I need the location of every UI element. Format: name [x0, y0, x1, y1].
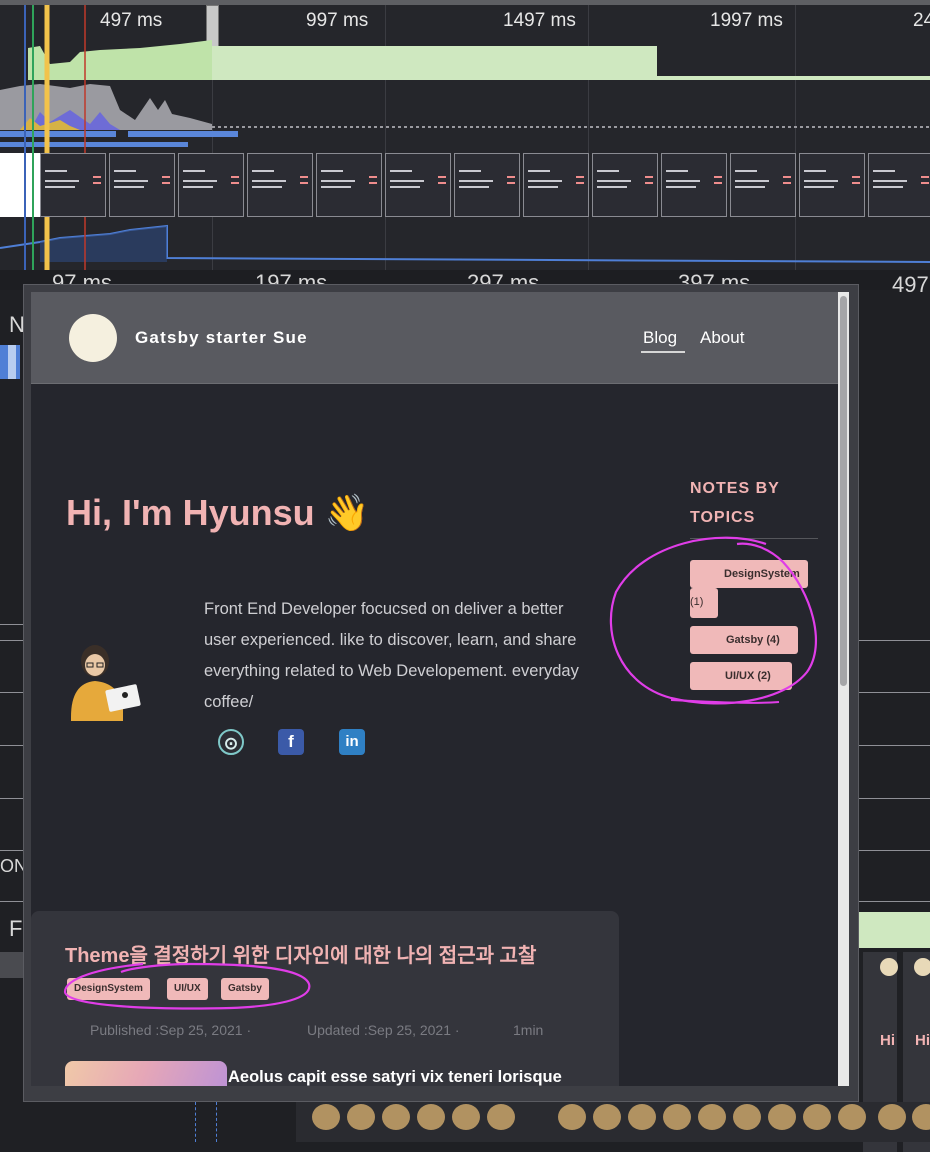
row-divider — [859, 798, 930, 799]
ruler-label: 497 — [892, 272, 929, 297]
timeline-tracks-svg — [0, 5, 930, 270]
fps-bar-tail — [657, 76, 930, 80]
row-divider — [859, 640, 930, 641]
post-updated-date: Updated :Sep 25, 2021 · — [307, 1022, 460, 1038]
intro-text: Front End Developer focucsed on deliver … — [204, 600, 579, 711]
post-tag-designsystem[interactable]: DesignSystem — [67, 978, 150, 1000]
filmstrip-avatar[interactable] — [487, 1104, 515, 1130]
network-request — [128, 131, 238, 137]
filmstrip-avatar[interactable] — [733, 1104, 761, 1130]
tile-label: Hi — [915, 1032, 930, 1049]
row-divider — [859, 745, 930, 746]
filmstrip-avatar[interactable] — [698, 1104, 726, 1130]
site-header: Gatsby starter Sue Blog About — [31, 292, 849, 384]
filmstrip-frame[interactable] — [178, 153, 244, 217]
filmstrip-avatar[interactable] — [628, 1104, 656, 1130]
filmstrip-frame[interactable] — [661, 153, 727, 217]
post-read-time: 1min — [513, 1022, 544, 1038]
filmstrip-frame[interactable] — [730, 153, 796, 217]
filmstrip-avatar[interactable] — [878, 1104, 906, 1130]
network-request — [0, 131, 116, 137]
filmstrip-avatar[interactable] — [382, 1104, 410, 1130]
topic-chip-label: Gatsby (4) — [726, 634, 780, 646]
linkedin-icon[interactable]: in — [339, 729, 365, 755]
filmstrip-frame[interactable] — [799, 153, 865, 217]
filmstrip-avatar[interactable] — [768, 1104, 796, 1130]
track-bar — [0, 952, 24, 978]
marker-line — [195, 1102, 197, 1142]
filmstrip-avatar[interactable] — [838, 1104, 866, 1130]
topics-divider — [690, 538, 818, 539]
tile-label: Hi — [880, 1032, 895, 1049]
github-icon[interactable]: ⊙ — [218, 729, 244, 755]
row-divider — [0, 640, 24, 641]
fps-segment — [859, 912, 930, 948]
filmstrip-frame[interactable] — [40, 153, 106, 217]
filmstrip-frame[interactable] — [109, 153, 175, 217]
topics-heading: NOTES BY TOPICS — [690, 480, 780, 526]
row-divider — [0, 745, 24, 746]
filmstrip-avatar[interactable] — [347, 1104, 375, 1130]
nav-about-link[interactable]: About — [700, 328, 744, 348]
site-logo[interactable] — [69, 314, 117, 362]
track-label: F — [9, 916, 23, 941]
network-request — [0, 142, 188, 147]
post-tag-uiux[interactable]: UI/UX — [167, 978, 208, 1000]
avatar-thumb — [914, 958, 930, 976]
filmstrip-avatar[interactable] — [312, 1104, 340, 1130]
scrollbar-thumb[interactable] — [840, 296, 847, 686]
facebook-icon[interactable]: f — [278, 729, 304, 755]
website-preview: Gatsby starter Sue Blog About Hi, I'm Hy… — [31, 292, 849, 1086]
filmstrip-frame[interactable] — [316, 153, 382, 217]
filmstrip-avatar[interactable] — [417, 1104, 445, 1130]
hero-greeting: Hi, I'm Hyunsu 👋 — [66, 492, 370, 533]
row-divider — [0, 624, 24, 625]
memory-area — [40, 226, 167, 262]
filmstrip-avatar[interactable] — [558, 1104, 586, 1130]
filmstrip-frame[interactable] — [523, 153, 589, 217]
row-divider — [0, 901, 24, 902]
avatar-thumb — [880, 958, 898, 976]
filmstrip-avatar[interactable] — [663, 1104, 691, 1130]
profile-illustration — [71, 645, 141, 721]
topic-chip-count[interactable]: (1) — [690, 588, 718, 618]
row-divider — [859, 850, 930, 851]
row-divider — [0, 798, 24, 799]
filmstrip-frame[interactable] — [247, 153, 313, 217]
track-bar-highlight — [8, 345, 16, 379]
performance-timeline: 497 ms 997 ms 1497 ms 1997 ms 24 — [0, 0, 930, 270]
filmstrip-frame[interactable] — [454, 153, 520, 217]
row-divider — [859, 692, 930, 693]
topic-chip-gatsby[interactable]: Gatsby (4) — [690, 626, 798, 654]
filmstrip-avatar[interactable] — [803, 1104, 831, 1130]
filmstrip-frame[interactable] — [592, 153, 658, 217]
filmstrip-frame[interactable] — [385, 153, 451, 217]
post-title[interactable]: Theme을 결정하기 위한 디자인에 대한 나의 접근과 고찰 — [65, 939, 536, 968]
topic-chip-label: DesignSystem — [724, 568, 800, 580]
row-divider — [0, 692, 24, 693]
marker-line — [216, 1102, 218, 1142]
post-tag-gatsby[interactable]: Gatsby — [221, 978, 269, 1000]
fps-bar-main — [212, 46, 657, 80]
fps-bar-early — [28, 40, 212, 80]
topic-chip-count-label: (1) — [690, 596, 704, 608]
nav-blog-link[interactable]: Blog — [643, 328, 677, 348]
nav-active-underline — [641, 351, 685, 353]
post-excerpt: Aeolus capit esse satyri vix teneri lori… — [228, 1068, 562, 1086]
filmstrip-avatar[interactable] — [452, 1104, 480, 1130]
topic-chip-uiux[interactable]: UI/UX (2) — [690, 662, 792, 690]
row-divider — [0, 850, 24, 851]
row-divider — [859, 901, 930, 902]
post-thumbnail[interactable] — [65, 1061, 227, 1086]
post-published-date: Published :Sep 25, 2021 · — [90, 1022, 252, 1038]
filmstrip-frame[interactable] — [868, 153, 930, 217]
annotation-underline — [670, 699, 780, 704]
topic-chip-label: UI/UX (2) — [725, 670, 771, 682]
site-title[interactable]: Gatsby starter Sue — [135, 328, 308, 348]
topic-chip-designsystem[interactable]: DesignSystem — [690, 560, 808, 588]
filmstrip-avatar[interactable] — [593, 1104, 621, 1130]
